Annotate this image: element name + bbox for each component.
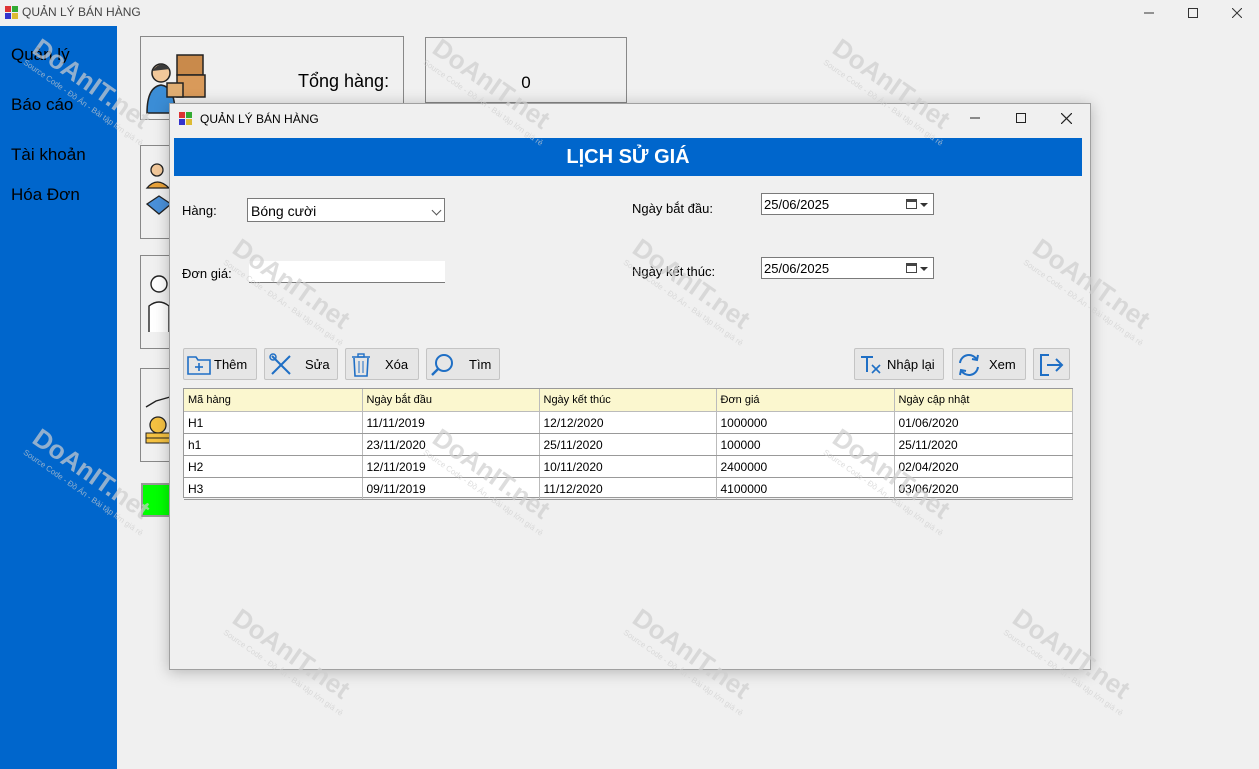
money-chart-icon [145, 396, 171, 444]
clear-format-icon [861, 356, 881, 374]
table-cell[interactable]: 12/12/2020 [539, 411, 717, 434]
table-row[interactable]: H1 11/11/2019 12/12/2020 1000000 01/06/2… [184, 411, 1073, 434]
dialog-minimize-button[interactable] [952, 104, 998, 132]
close-icon [1060, 112, 1072, 124]
app-icon [5, 6, 18, 19]
maximize-icon [1188, 8, 1198, 18]
tim-label: Tìm [469, 357, 492, 372]
dialog-close-button[interactable] [1043, 104, 1089, 132]
them-button[interactable]: Thêm [183, 348, 257, 380]
price-history-table: Mã hàng Ngày bắt đầu Ngày kết thúc Đơn g… [184, 389, 1073, 500]
table-cell[interactable]: 2400000 [716, 455, 895, 478]
table-cell[interactable]: 10/11/2020 [539, 455, 717, 478]
don-gia-input[interactable] [249, 261, 445, 283]
table-cell[interactable]: 12/11/2019 [362, 455, 540, 478]
exit-button[interactable] [1033, 348, 1070, 380]
table-header-row: Mã hàng Ngày bắt đầu Ngày kết thúc Đơn g… [184, 389, 1073, 412]
stat-label-tong-hang: Tổng hàng: [298, 71, 390, 91]
table-cell[interactable]: h1 [184, 433, 363, 456]
xoa-label: Xóa [385, 357, 409, 372]
person-icon [148, 275, 170, 332]
label-don-gia: Đơn giá: [182, 266, 232, 281]
handshake-icon [145, 163, 171, 215]
table-cell[interactable]: 03/06/2020 [894, 477, 1073, 500]
sidebar-item-tai-khoan[interactable]: Tài khoản [11, 145, 86, 165]
minimize-button[interactable] [1126, 0, 1172, 26]
price-history-dialog: QUẢN LÝ BÁN HÀNG LỊCH SỬ GIÁ Hàng: Bóng … [169, 103, 1091, 670]
ngay-ket-thuc-datepicker[interactable]: 25/06/2025 [761, 257, 934, 279]
dialog-title: QUẢN LÝ BÁN HÀNG [200, 112, 319, 126]
table-cell[interactable]: 23/11/2020 [362, 433, 540, 456]
table-cell[interactable]: 11/11/2019 [362, 411, 540, 434]
sidebar-item-hoa-don[interactable]: Hóa Đơn [11, 185, 80, 205]
exit-icon [1040, 354, 1064, 376]
search-icon [431, 354, 453, 376]
refresh-icon [959, 354, 979, 376]
sua-label: Sửa [305, 357, 330, 372]
sidebar-item-quan-ly[interactable]: Quản lý [11, 45, 70, 65]
table-row[interactable]: H3 09/11/2019 11/12/2020 4100000 03/06/2… [184, 477, 1073, 500]
table-cell[interactable]: H1 [184, 411, 363, 434]
ngay-ket-thuc-value: 25/06/2025 [764, 261, 830, 276]
nhap-lai-label: Nhập lại [887, 357, 935, 372]
calendar-icon [906, 199, 917, 209]
table-row[interactable]: h1 23/11/2020 25/11/2020 100000 25/11/20… [184, 433, 1073, 456]
them-label: Thêm [214, 357, 248, 372]
table-cell[interactable]: 25/11/2020 [539, 433, 717, 456]
column-header[interactable]: Ngày kết thúc [539, 389, 717, 412]
tools-icon [269, 353, 291, 375]
add-folder-icon [187, 356, 211, 375]
close-icon [1232, 8, 1242, 18]
dialog-banner: LỊCH SỬ GIÁ [174, 138, 1082, 176]
table-cell[interactable]: 4100000 [716, 477, 895, 500]
dialog-maximize-button[interactable] [998, 104, 1044, 132]
label-hang: Hàng: [182, 203, 217, 218]
table-cell[interactable]: H2 [184, 455, 363, 478]
column-header[interactable]: Mã hàng [184, 389, 363, 412]
column-header[interactable]: Đơn giá [716, 389, 895, 412]
tim-button[interactable]: Tìm [426, 348, 500, 380]
dropdown-arrow-icon [920, 203, 928, 207]
xem-button[interactable]: Xem [952, 348, 1026, 380]
minimize-icon [1144, 12, 1154, 14]
table-cell[interactable]: 25/11/2020 [894, 433, 1073, 456]
maximize-icon [1016, 113, 1026, 123]
column-header[interactable]: Ngày bắt đầu [362, 389, 540, 412]
chevron-down-icon [431, 205, 442, 216]
hang-combobox-value: Bóng cười [251, 203, 317, 219]
close-button[interactable] [1214, 0, 1259, 26]
nhap-lai-button[interactable]: Nhập lại [854, 348, 944, 380]
table-cell[interactable]: 100000 [716, 433, 895, 456]
table-row[interactable]: H2 12/11/2019 10/11/2020 2400000 02/04/2… [184, 455, 1073, 478]
calendar-icon [906, 263, 917, 273]
table-cell[interactable]: 01/06/2020 [894, 411, 1073, 434]
price-history-grid: Mã hàng Ngày bắt đầu Ngày kết thúc Đơn g… [183, 388, 1073, 500]
dropdown-arrow-icon [920, 267, 928, 271]
sidebar-item-bao-cao[interactable]: Báo cáo [11, 95, 73, 115]
column-header[interactable]: Ngày cập nhật [894, 389, 1073, 412]
minimize-icon [970, 117, 980, 119]
sidebar [0, 26, 117, 769]
ngay-bat-dau-datepicker[interactable]: 25/06/2025 [761, 193, 934, 215]
xem-label: Xem [989, 357, 1016, 372]
label-ngay-ket-thuc: Ngày kết thúc: [632, 264, 716, 279]
table-cell[interactable]: 02/04/2020 [894, 455, 1073, 478]
table-cell[interactable]: H3 [184, 477, 363, 500]
stat-value: 0 [521, 73, 531, 92]
ngay-bat-dau-value: 25/06/2025 [764, 197, 830, 212]
table-cell[interactable]: 1000000 [716, 411, 895, 434]
main-titlebar: QUẢN LÝ BÁN HÀNG [0, 0, 1259, 26]
trash-icon [352, 353, 370, 377]
dialog-app-icon [179, 112, 192, 125]
xoa-button[interactable]: Xóa [345, 348, 419, 380]
main-window-title: QUẢN LÝ BÁN HÀNG [22, 5, 141, 19]
maximize-button[interactable] [1170, 0, 1216, 26]
label-ngay-bat-dau: Ngày bắt đầu: [632, 201, 713, 216]
hang-combobox[interactable]: Bóng cười [247, 198, 445, 222]
table-cell[interactable]: 09/11/2019 [362, 477, 540, 500]
sua-button[interactable]: Sửa [264, 348, 338, 380]
stat-value-box: 0 [425, 37, 627, 103]
table-cell[interactable]: 11/12/2020 [539, 477, 717, 500]
